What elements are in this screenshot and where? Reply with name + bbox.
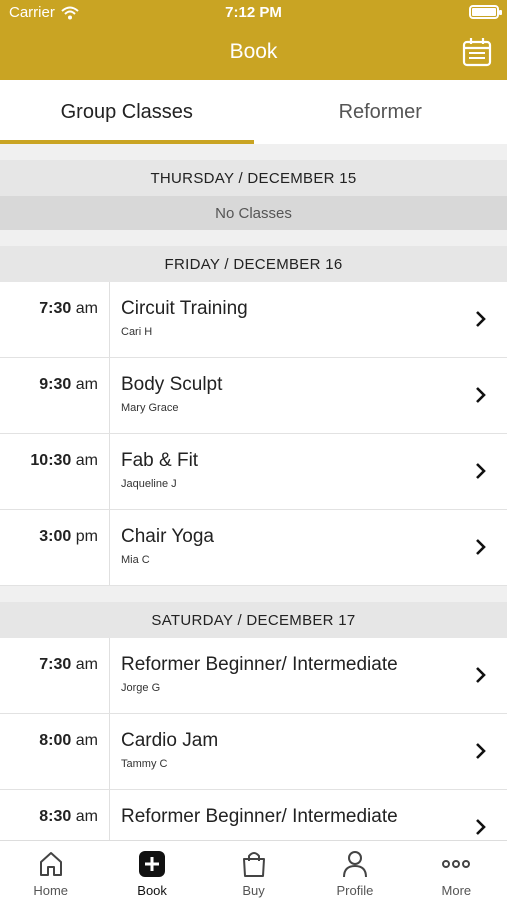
class-time-value: 8:00 — [39, 732, 72, 749]
class-name: Cardio Jam — [121, 730, 219, 751]
instructor-name: Tammy C — [121, 758, 168, 770]
class-info: Circuit Training Cari H — [110, 282, 507, 357]
tabbar-profile-label: Profile — [336, 883, 374, 898]
shopping-bag-icon — [242, 852, 265, 877]
class-row[interactable]: 7:30 am Circuit Training Cari H — [0, 282, 507, 358]
chevron-right-icon[interactable] — [475, 462, 487, 480]
class-time: 3:00 pm — [0, 510, 110, 585]
battery-icon — [469, 5, 502, 19]
tabbar-home[interactable]: Home — [0, 841, 101, 900]
class-time-value: 10:30 — [30, 452, 72, 469]
class-name: Circuit Training — [121, 298, 248, 319]
status-bar: Carrier 7:12 PM — [0, 0, 507, 26]
class-time-ampm: am — [75, 732, 98, 749]
instructor-name: Mia C — [121, 554, 150, 566]
chevron-right-icon[interactable] — [475, 666, 487, 684]
segment-tabs: Group Classes Reformer — [0, 80, 507, 144]
class-time-value: 8:30 — [39, 808, 72, 825]
home-icon — [39, 852, 62, 876]
chevron-right-icon[interactable] — [475, 386, 487, 404]
class-name: Reformer Beginner/ Intermediate — [121, 654, 398, 675]
class-time-value: 7:30 — [39, 656, 72, 673]
class-row[interactable]: 10:30 am Fab & Fit Jaqueline J — [0, 434, 507, 510]
class-info: Body Sculpt Mary Grace — [110, 358, 507, 433]
class-info: Fab & Fit Jaqueline J — [110, 434, 507, 509]
class-row[interactable]: 7:30 am Reformer Beginner/ Intermediate Jo… — [0, 638, 507, 714]
instructor-name: Jaqueline J — [121, 478, 177, 490]
tabbar-buy[interactable]: Buy — [203, 841, 304, 900]
class-time: 8:00 am — [0, 714, 110, 789]
calendar-icon[interactable] — [461, 36, 493, 68]
class-time: 8:30 am — [0, 790, 110, 840]
no-classes-label: No Classes — [0, 196, 507, 230]
instructor-name: Jorge G — [121, 682, 161, 694]
class-row[interactable]: 3:00 pm Chair Yoga Mia C — [0, 510, 507, 586]
class-name: Reformer Beginner/ Intermediate — [121, 806, 398, 827]
instructor-name: Mary Grace — [121, 402, 179, 414]
class-info: Reformer Beginner/ Intermediate Jorge G — [110, 638, 507, 713]
class-name: Chair Yoga — [121, 526, 214, 547]
chevron-right-icon[interactable] — [475, 818, 487, 836]
class-time-value: 7:30 — [39, 300, 72, 317]
tabbar-profile[interactable]: Profile — [304, 841, 405, 900]
day-header: FRIDAY / DECEMBER 16 — [0, 246, 507, 282]
class-info: Reformer Beginner/ Intermediate — [110, 790, 507, 840]
class-time-ampm: am — [75, 376, 98, 393]
class-time: 7:30 am — [0, 638, 110, 713]
chevron-right-icon[interactable] — [475, 310, 487, 328]
class-info: Cardio Jam Tammy C — [110, 714, 507, 789]
class-time-value: 3:00 — [39, 528, 72, 545]
schedule-list[interactable]: THURSDAY / DECEMBER 15 No Classes FRIDAY /… — [0, 160, 507, 840]
class-row[interactable]: 9:30 am Body Sculpt Mary Grace — [0, 358, 507, 434]
page-title: Book — [229, 40, 278, 63]
tabbar-book[interactable]: Book — [101, 841, 202, 900]
class-time-value: 9:30 — [39, 376, 72, 393]
class-time: 7:30 am — [0, 282, 110, 357]
tabbar-book-label: Book — [137, 883, 167, 898]
class-time-ampm: am — [75, 452, 98, 469]
tabbar-home-label: Home — [33, 883, 69, 898]
chevron-right-icon[interactable] — [475, 742, 487, 760]
tab-reformer[interactable]: Reformer — [254, 80, 507, 144]
app-header: Carrier 7:12 PM Book — [0, 0, 507, 80]
class-name: Body Sculpt — [121, 374, 223, 395]
day-header: THURSDAY / DECEMBER 15 — [0, 160, 507, 196]
class-info: Chair Yoga Mia C — [110, 510, 507, 585]
status-time: 7:12 PM — [225, 4, 282, 21]
tabbar-more-label: More — [441, 883, 472, 898]
class-name: Fab & Fit — [121, 450, 199, 471]
plus-square-icon — [139, 851, 166, 877]
more-dots-icon — [442, 860, 471, 868]
tabbar-buy-label: Buy — [242, 883, 265, 898]
person-icon — [342, 851, 367, 878]
class-time-ampm: am — [75, 656, 98, 673]
class-time-ampm: pm — [75, 528, 98, 545]
class-time: 9:30 am — [0, 358, 110, 433]
bottom-tab-bar: Home Book Buy Profile More — [0, 840, 507, 900]
section-gap — [0, 230, 507, 246]
class-row[interactable]: 8:00 am Cardio Jam Tammy C — [0, 714, 507, 790]
day-header: SATURDAY / DECEMBER 17 — [0, 602, 507, 638]
instructor-name: Cari H — [121, 326, 153, 338]
section-gap — [0, 586, 507, 602]
chevron-right-icon[interactable] — [475, 538, 487, 556]
tab-group-classes[interactable]: Group Classes — [0, 80, 254, 144]
class-time: 10:30 am — [0, 434, 110, 509]
class-time-ampm: am — [75, 808, 98, 825]
class-time-ampm: am — [75, 300, 98, 317]
class-row[interactable]: 8:30 am Reformer Beginner/ Intermediate — [0, 790, 507, 840]
tabbar-more[interactable]: More — [406, 841, 507, 900]
